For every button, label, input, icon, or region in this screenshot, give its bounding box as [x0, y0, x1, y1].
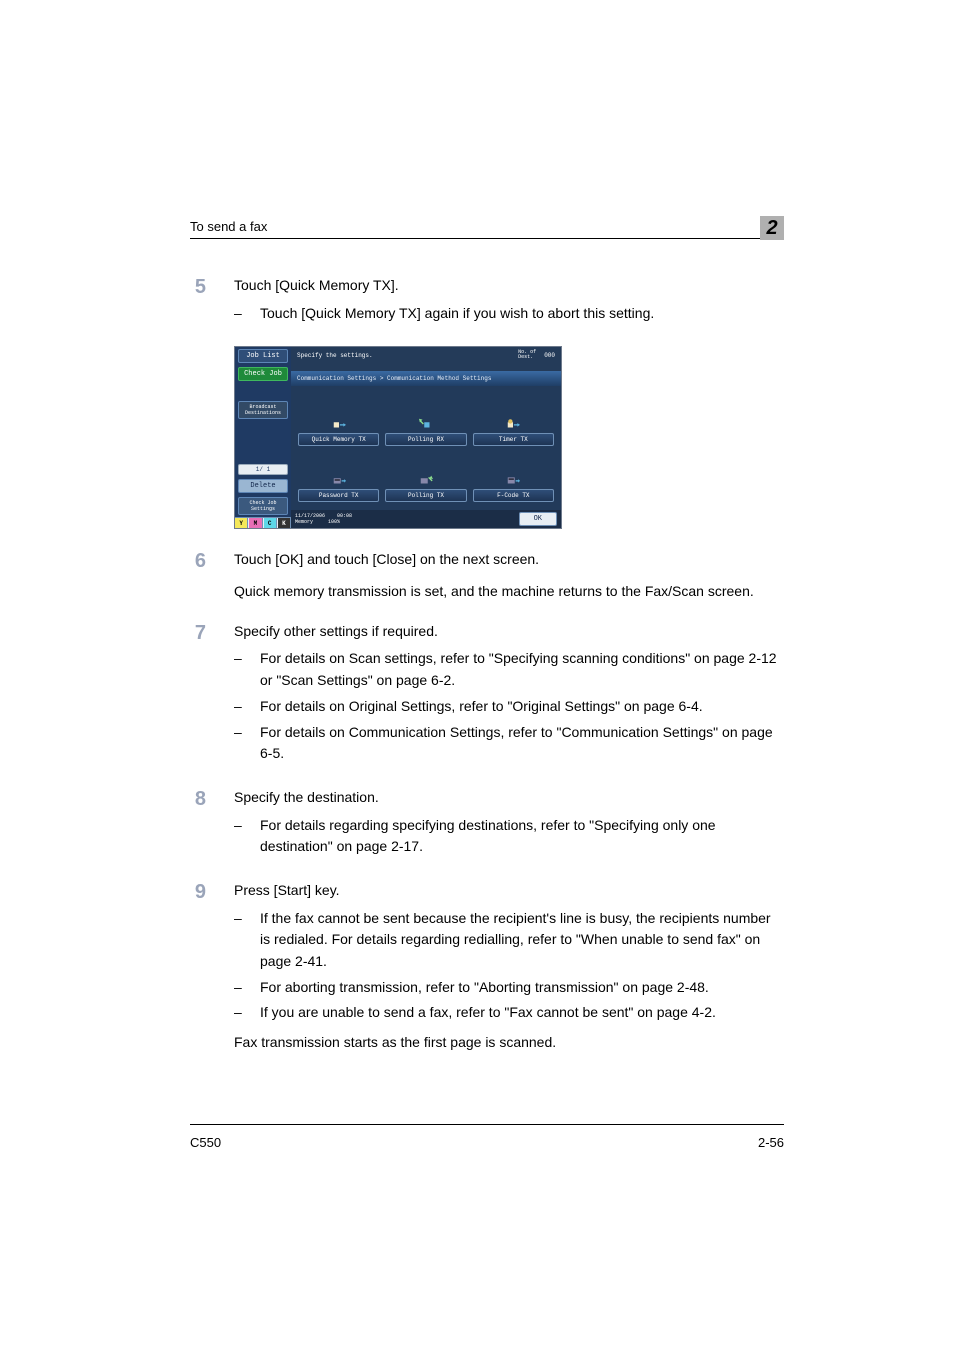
step-9: 9 Press [Start] key. –If the fax cannot …	[190, 880, 784, 1054]
list-item: –For details regarding specifying destin…	[234, 815, 784, 858]
footer-model: C550	[190, 1135, 221, 1150]
step-number: 9	[190, 880, 206, 1054]
list-item: –For details on Original Settings, refer…	[234, 696, 784, 718]
method-quick-memory-tx[interactable]: Quick Memory TX	[299, 400, 378, 446]
method-timer-tx[interactable]: Timer TX	[474, 400, 553, 446]
check-job-button[interactable]: Check Job	[238, 367, 288, 381]
step-number: 8	[190, 787, 206, 862]
check-settings-button[interactable]: Check Job Settings	[238, 497, 288, 515]
step-6: 6 Touch [OK] and touch [Close] on the ne…	[190, 549, 784, 602]
method-password-tx[interactable]: Password TX	[299, 456, 378, 502]
page-footer: C550 2-56	[190, 1124, 784, 1150]
step-7: 7 Specify other settings if required. –F…	[190, 621, 784, 769]
step-5: 5 Touch [Quick Memory TX]. –Touch [Quick…	[190, 275, 784, 328]
delete-button[interactable]: Delete	[238, 479, 288, 493]
list-item: –If you are unable to send a fax, refer …	[234, 1002, 784, 1024]
step-text: Specify the destination.	[234, 787, 784, 809]
step-number: 6	[190, 549, 206, 602]
list-item: –For aborting transmission, refer to "Ab…	[234, 977, 784, 999]
chapter-badge: 2	[760, 210, 784, 234]
header-title: To send a fax	[190, 219, 267, 234]
device-screenshot: Job List Check Job Broadcast Destination…	[234, 346, 784, 529]
footer-page: 2-56	[758, 1135, 784, 1150]
ok-button[interactable]: OK	[519, 512, 557, 526]
method-fcode-tx[interactable]: F-Code TX	[474, 456, 553, 502]
step-text: Press [Start] key.	[234, 880, 784, 902]
toner-status: Y M C K	[235, 517, 291, 528]
method-polling-tx[interactable]: Polling TX	[386, 456, 465, 502]
page-header: To send a fax 2	[190, 210, 784, 239]
method-polling-rx[interactable]: Polling RX	[386, 400, 465, 446]
step-para: Fax transmission starts as the first pag…	[234, 1032, 784, 1054]
step-text: Specify other settings if required.	[234, 621, 784, 643]
list-item: –For details on Communication Settings, …	[234, 722, 784, 765]
list-item: –Touch [Quick Memory TX] again if you wi…	[234, 303, 784, 325]
step-number: 5	[190, 275, 206, 328]
step-text: Touch [Quick Memory TX].	[234, 275, 784, 297]
list-item: –If the fax cannot be sent because the r…	[234, 908, 784, 973]
page-indicator: 1/ 1	[238, 464, 288, 475]
list-item: –For details on Scan settings, refer to …	[234, 648, 784, 691]
step-para: Quick memory transmission is set, and th…	[234, 581, 784, 603]
breadcrumb: Communication Settings > Communication M…	[291, 371, 561, 386]
chapter-number: 2	[760, 216, 784, 240]
screen-titlebar: Specify the settings. No. of Dest. 000	[291, 347, 561, 363]
step-8: 8 Specify the destination. –For details …	[190, 787, 784, 862]
step-number: 7	[190, 621, 206, 769]
step-text: Touch [OK] and touch [Close] on the next…	[234, 549, 784, 571]
job-list-button[interactable]: Job List	[238, 349, 288, 363]
broadcast-label: Broadcast Destinations	[238, 401, 288, 419]
